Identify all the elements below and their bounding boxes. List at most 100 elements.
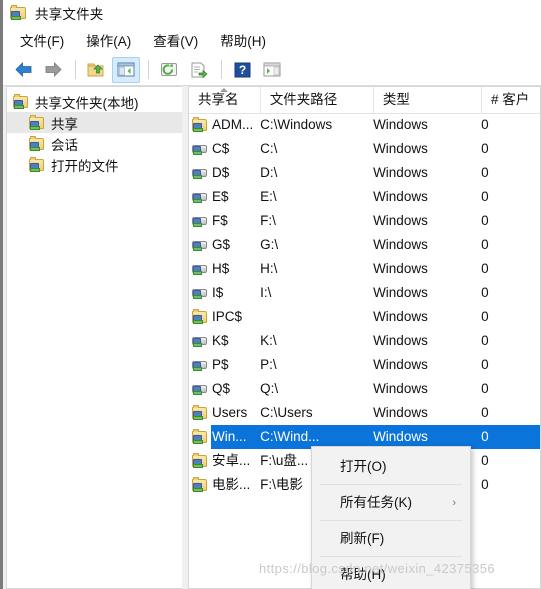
shared-drive-icon <box>192 189 208 205</box>
shared-folder-icon <box>189 117 211 133</box>
cell-client-count: 0 <box>481 405 489 420</box>
cell-folder-path: C:\Users <box>260 405 313 420</box>
cell-share-name: E$ <box>212 189 229 204</box>
shared-drive-icon <box>192 381 208 397</box>
context-menu-item-open[interactable]: 打开(O) <box>312 450 470 483</box>
refresh-button[interactable] <box>155 57 183 83</box>
context-menu-item-refresh[interactable]: 刷新(F) <box>312 522 470 555</box>
cell-share-name: C$ <box>212 141 230 156</box>
sidebar-item-open-files[interactable]: 打开的文件 <box>7 154 182 175</box>
cell-client-count: 0 <box>481 117 489 132</box>
shared-drive-icon <box>192 261 208 277</box>
cell-folder-path: C:\ <box>260 141 278 156</box>
cell-client-count: 0 <box>481 357 489 372</box>
context-menu-item-help[interactable]: 帮助(H) <box>312 558 470 589</box>
shared-drive-icon <box>189 165 211 181</box>
show-console-tree-icon <box>117 62 135 77</box>
shared-folder-icon <box>189 429 211 445</box>
cell-type: Windows <box>373 237 428 252</box>
context-menu-item-label: 打开(O) <box>340 459 387 474</box>
sidebar-item-label: 共享 <box>51 116 78 132</box>
toolbar: ? <box>3 54 541 86</box>
table-row[interactable]: Users C:\Users Windows 0 <box>189 401 540 425</box>
column-header-label: 类型 <box>382 92 410 107</box>
table-row[interactable]: ADM... C:\Windows Windows 0 <box>189 113 540 137</box>
cell-client-count: 0 <box>481 477 489 492</box>
window-title: 共享文件夹 <box>35 7 104 22</box>
table-row[interactable]: I$ I:\ Windows 0 <box>189 281 540 305</box>
shared-drive-icon <box>189 141 211 157</box>
sidebar-item-label: 打开的文件 <box>51 158 119 174</box>
cell-client-count: 0 <box>481 189 489 204</box>
up-one-level-icon <box>87 63 104 76</box>
menu-help[interactable]: 帮助(H) <box>211 28 275 52</box>
shared-folder-icon <box>189 477 211 493</box>
show-action-pane-button[interactable] <box>258 57 286 83</box>
table-row[interactable]: Q$ Q:\ Windows 0 <box>189 377 540 401</box>
table-row[interactable]: IPC$ Windows 0 <box>189 305 540 329</box>
help-button[interactable]: ? <box>228 57 256 83</box>
cell-folder-path: I:\ <box>260 285 272 300</box>
shared-drive-icon <box>192 213 208 229</box>
cell-share-name: 电影... <box>212 477 251 492</box>
cell-client-count: 0 <box>481 213 489 228</box>
toolbar-separator-1 <box>75 60 76 79</box>
context-menu-item-label: 刷新(F) <box>340 531 385 546</box>
shared-drive-icon <box>189 213 211 229</box>
shared-folder-icon <box>189 405 211 421</box>
table-row[interactable]: K$ K:\ Windows 0 <box>189 329 540 353</box>
table-row[interactable]: P$ P:\ Windows 0 <box>189 353 540 377</box>
context-menu-item-label: 帮助(H) <box>340 567 386 582</box>
show-console-tree-button[interactable] <box>112 56 140 83</box>
column-header-client-count[interactable]: # 客户 <box>480 87 540 113</box>
cell-folder-path: P:\ <box>260 357 277 372</box>
shared-drive-icon <box>192 237 208 253</box>
cell-share-name: Win... <box>211 425 261 449</box>
table-row[interactable]: G$ G:\ Windows 0 <box>189 233 540 257</box>
shared-drive-icon <box>189 261 211 277</box>
shared-folder-icon <box>10 4 28 22</box>
back-button[interactable] <box>9 57 37 83</box>
shared-folders-window: 共享文件夹 文件(F) 操作(A) 查看(V) 帮助(H) ? 共享文件夹(本地… <box>0 0 541 589</box>
sort-ascending-icon <box>220 88 229 92</box>
menu-action[interactable]: 操作(A) <box>77 28 140 52</box>
cell-share-name: G$ <box>212 237 231 252</box>
show-action-pane-icon <box>263 62 281 77</box>
tree-root-shared-folders[interactable]: 共享文件夹(本地) <box>7 91 182 112</box>
shared-folder-icon <box>192 309 208 325</box>
column-header-share-name[interactable]: 共享名 <box>189 87 260 113</box>
cell-folder-path: H:\ <box>260 261 278 276</box>
shared-folder-icon <box>192 405 208 421</box>
cell-type: Windows <box>373 213 428 228</box>
context-menu-item-label: 所有任务(K) <box>340 495 412 510</box>
context-menu-separator <box>320 556 462 557</box>
table-row[interactable]: H$ H:\ Windows 0 <box>189 257 540 281</box>
table-row[interactable]: D$ D:\ Windows 0 <box>189 161 540 185</box>
cell-share-name: IPC$ <box>212 309 243 324</box>
context-menu-item-all-tasks[interactable]: 所有任务(K) › <box>312 486 470 519</box>
forward-button[interactable] <box>39 57 67 83</box>
cell-share-name: Users <box>212 405 248 420</box>
table-row[interactable]: E$ E:\ Windows 0 <box>189 185 540 209</box>
up-one-level-button[interactable] <box>82 57 110 83</box>
sidebar-item-shares[interactable]: 共享 <box>7 112 182 133</box>
shared-drive-icon <box>192 357 208 373</box>
cell-type: Windows <box>373 309 428 324</box>
context-menu-separator <box>320 520 462 521</box>
forward-icon <box>45 62 62 77</box>
shared-folder-icon <box>192 477 208 493</box>
cell-client-count: 0 <box>481 425 540 449</box>
table-row[interactable]: F$ F:\ Windows 0 <box>189 209 540 233</box>
shared-folder-icon <box>189 453 211 469</box>
menu-file[interactable]: 文件(F) <box>11 28 73 52</box>
sidebar-item-sessions[interactable]: 会话 <box>7 133 182 154</box>
context-menu-separator <box>320 484 462 485</box>
column-header-label: # 客户 <box>490 92 530 107</box>
table-row[interactable]: C$ C:\ Windows 0 <box>189 137 540 161</box>
column-header-folder-path[interactable]: 文件夹路径 <box>259 87 373 113</box>
export-list-button[interactable] <box>185 57 213 83</box>
menu-view[interactable]: 查看(V) <box>144 28 207 52</box>
shared-drive-icon <box>192 141 208 157</box>
column-header-type[interactable]: 类型 <box>372 87 481 113</box>
cell-folder-path: D:\ <box>260 165 278 180</box>
